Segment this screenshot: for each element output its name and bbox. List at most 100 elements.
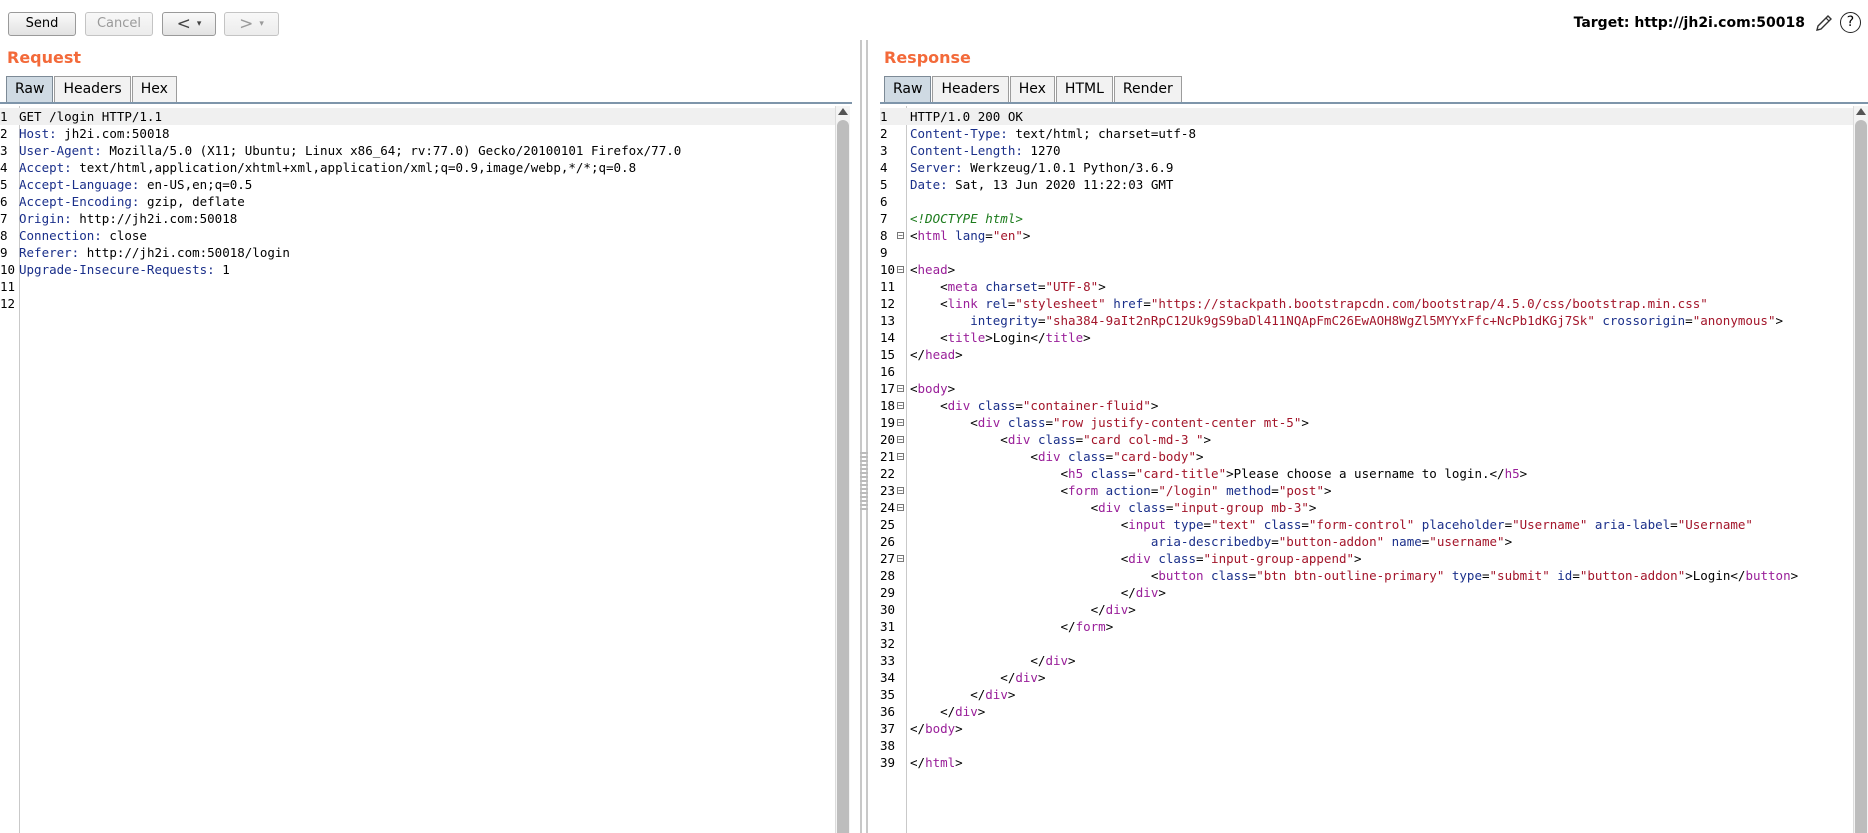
fold-toggle-icon[interactable]: − [897, 487, 904, 495]
code-token: < [910, 568, 1159, 583]
response-tab-raw[interactable]: Raw [884, 76, 932, 102]
line-number: 36 [880, 704, 896, 719]
code-token: class [1203, 568, 1249, 583]
cancel-button[interactable]: Cancel [85, 12, 153, 36]
code-token: "sha384-9aIt2nRpC12Uk9gS9baDl411NQApFmC2… [1045, 313, 1595, 328]
pane-divider[interactable] [856, 40, 880, 833]
code-token: < [910, 551, 1129, 566]
code-token: User-Agent: [19, 143, 102, 158]
line-number: 28 [880, 568, 896, 583]
fold-toggle-icon[interactable]: − [897, 453, 904, 461]
scroll-up-icon[interactable] [838, 108, 848, 115]
code-token: < [910, 500, 1099, 515]
line-number: 33 [880, 653, 896, 668]
code-token: < [910, 483, 1069, 498]
line-number: 35 [880, 687, 896, 702]
code-text: User-Agent: Mozilla/5.0 (X11; Ubuntu; Li… [19, 142, 681, 159]
code-text: Content-Length: 1270 [910, 142, 1061, 159]
code-token: "form-control" [1308, 517, 1415, 532]
response-scrollbar[interactable] [1853, 106, 1868, 833]
response-tab-html[interactable]: HTML [1055, 76, 1113, 102]
code-token: "container-fluid" [1022, 398, 1151, 413]
code-token: "submit" [1489, 568, 1550, 583]
divider-grip[interactable] [860, 452, 868, 510]
fold-toggle-icon[interactable]: − [897, 266, 904, 274]
code-token: = [1301, 517, 1309, 532]
code-text: Referer: http://jh2i.com:50018/login [19, 244, 290, 261]
code-token: button [1745, 568, 1791, 583]
line-number: 21 [880, 449, 896, 464]
line-number: 8 [880, 228, 888, 243]
code-token: gzip, deflate [139, 194, 245, 209]
code-token: </ [910, 585, 1136, 600]
code-token: > [1128, 602, 1136, 617]
line-number: 10 [0, 262, 16, 277]
response-tab-render[interactable]: Render [1113, 76, 1182, 102]
request-scrollbar[interactable] [835, 106, 850, 833]
fold-toggle-icon[interactable]: − [897, 436, 904, 444]
request-tab-hex[interactable]: Hex [131, 76, 177, 102]
response-title: Response [884, 48, 971, 67]
code-token: "row justify-content-center mt-5" [1053, 415, 1302, 430]
code-text: <div class="input-group-append"> [910, 550, 1362, 567]
response-tabs: Raw Headers Hex HTML Render [884, 76, 1183, 102]
code-token: method [1218, 483, 1272, 498]
code-token: < [910, 330, 948, 345]
code-token: class [1120, 500, 1166, 515]
target-label: Target: http://jh2i.com:50018 [1573, 15, 1805, 31]
response-code-line: 11 <meta charset="UTF-8"> [880, 278, 1868, 295]
code-text: <!DOCTYPE html> [910, 210, 1023, 227]
code-text: <div class="input-group mb-3"> [910, 499, 1317, 516]
response-editor[interactable]: 1 HTTP/1.0 200 OK 2 Content-Type: text/html… [880, 106, 1868, 833]
response-code-line: 1 HTTP/1.0 200 OK [880, 108, 1868, 125]
fold-toggle-icon[interactable]: − [897, 385, 904, 393]
response-tab-headers[interactable]: Headers [932, 76, 1009, 102]
code-token: "Username" [1512, 517, 1588, 532]
code-token: </ [910, 670, 1016, 685]
code-token: = [1037, 279, 1046, 294]
help-icon[interactable]: ? [1840, 12, 1861, 33]
code-token: Accept: [19, 160, 72, 175]
fold-toggle-icon[interactable]: − [897, 419, 904, 427]
fold-toggle-icon[interactable]: − [897, 504, 904, 512]
fold-toggle-icon[interactable]: − [897, 232, 904, 240]
send-button[interactable]: Send [8, 12, 76, 36]
code-text: </div> [910, 669, 1045, 686]
pencil-icon[interactable] [1814, 13, 1834, 33]
back-button[interactable]: < ▾ [162, 12, 216, 36]
request-tab-raw[interactable]: Raw [6, 76, 54, 102]
request-scrollbar-thumb[interactable] [837, 120, 849, 833]
response-code-line: 34 </div> [880, 669, 1868, 686]
code-text: Date: Sat, 13 Jun 2020 11:22:03 GMT [910, 176, 1173, 193]
line-number: 9 [0, 245, 8, 260]
line-number: 31 [880, 619, 896, 634]
line-number: 5 [880, 177, 888, 192]
line-number: 30 [880, 602, 896, 617]
line-number: 19 [880, 415, 896, 430]
code-text: </form> [910, 618, 1114, 635]
response-scrollbar-thumb[interactable] [1855, 120, 1867, 833]
code-token: > [1037, 670, 1046, 685]
code-text: <div class="row justify-content-center m… [910, 414, 1309, 431]
line-number: 22 [880, 466, 896, 481]
code-token: form [1075, 619, 1106, 634]
response-tab-hex[interactable]: Hex [1009, 76, 1055, 102]
code-token: form [1068, 483, 1099, 498]
request-code-line: 9 Referer: http://jh2i.com:50018/login [0, 244, 850, 261]
fold-toggle-icon[interactable]: − [897, 402, 904, 410]
code-token: meta [947, 279, 978, 294]
line-number: 14 [880, 330, 896, 345]
code-text: </div> [910, 584, 1166, 601]
response-code-line: 29 </div> [880, 584, 1868, 601]
code-token: < [910, 517, 1129, 532]
request-editor[interactable]: 1 GET /login HTTP/1.1 2 Host: jh2i.com:5001… [0, 106, 850, 833]
fold-toggle-icon[interactable]: − [897, 555, 904, 563]
response-code-line: 22 <h5 class="card-title">Please choose … [880, 465, 1868, 482]
request-tab-headers[interactable]: Headers [54, 76, 131, 102]
scroll-up-icon[interactable] [1856, 108, 1866, 115]
code-token: input [1128, 517, 1166, 532]
forward-button[interactable]: > ▾ [224, 12, 279, 36]
code-token: "/login" [1158, 483, 1219, 498]
code-token: div [1045, 653, 1069, 668]
code-token: "card-title" [1135, 466, 1227, 481]
